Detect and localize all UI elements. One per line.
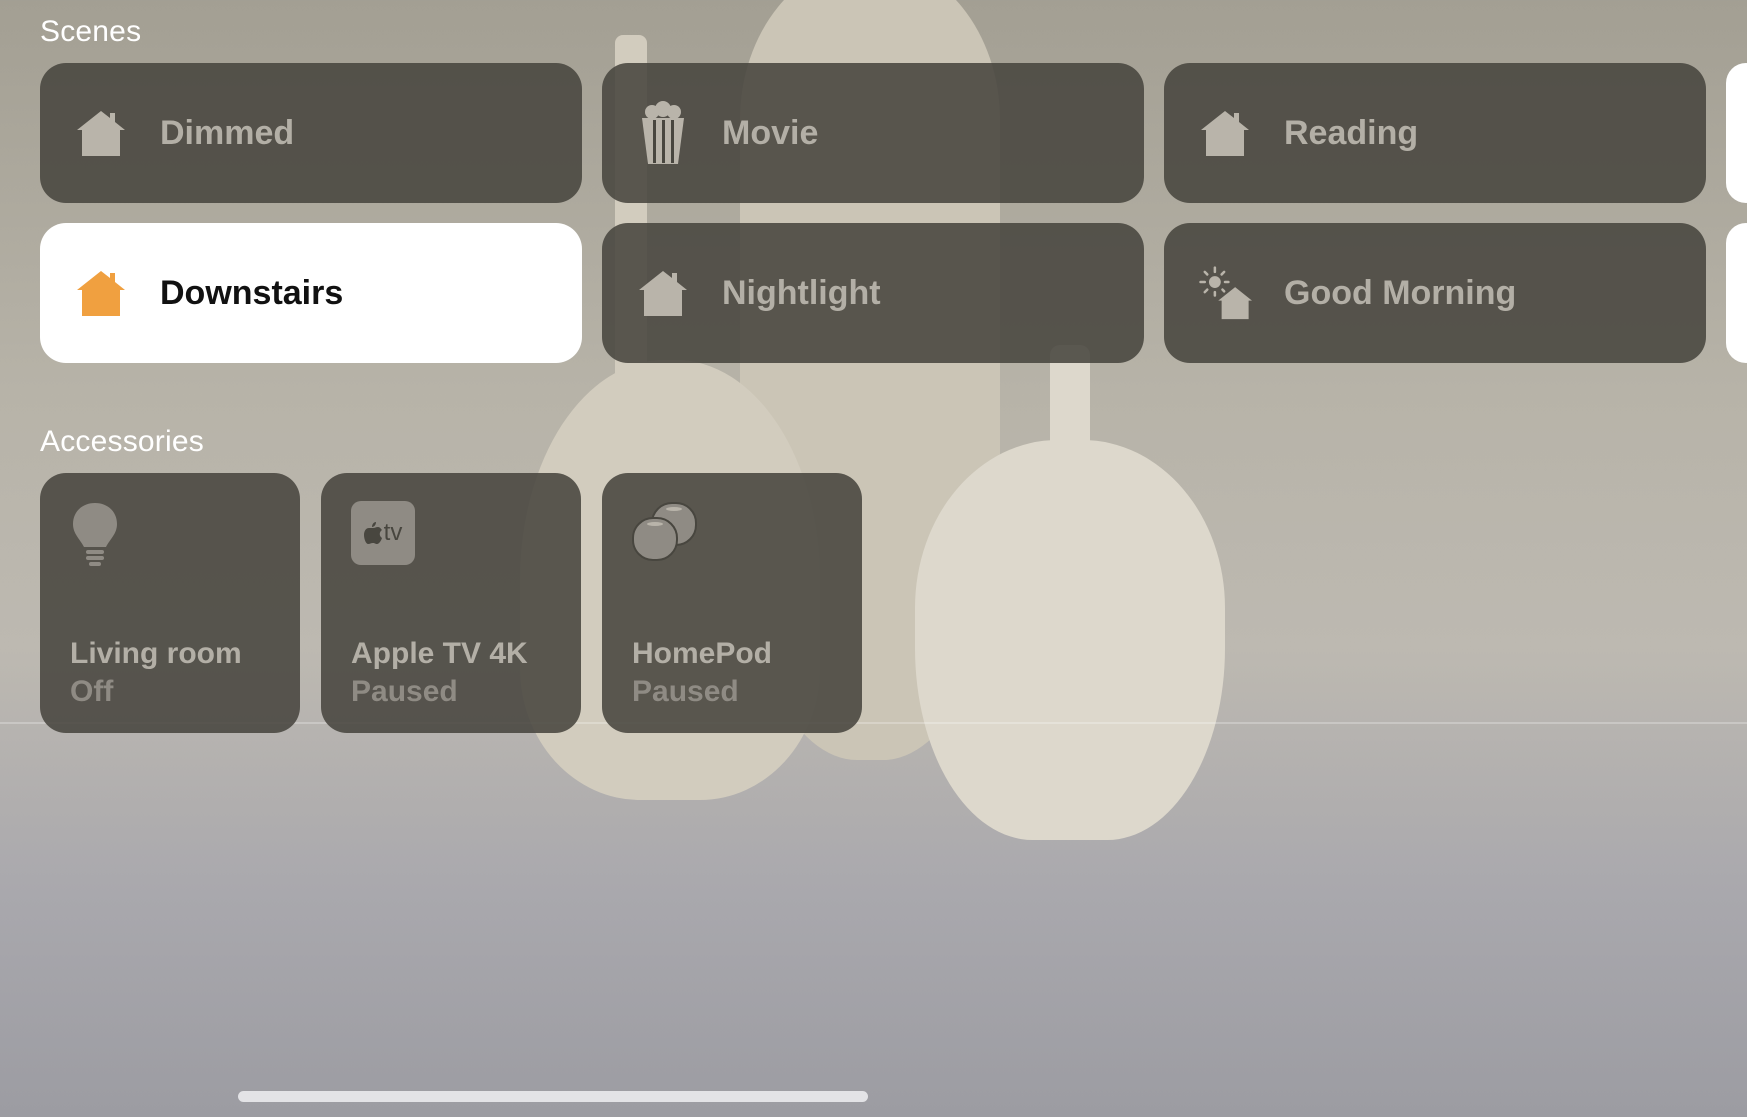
- apple-tv-text: tv: [383, 519, 403, 546]
- home-indicator-bar[interactable]: [238, 1091, 868, 1102]
- home-dashboard: Scenes Dimmed Movie Reading Downstairs N…: [0, 0, 1747, 1117]
- scene-overflow-card[interactable]: [1726, 223, 1747, 363]
- scene-dimmed[interactable]: Dimmed: [40, 63, 582, 203]
- house-icon: [636, 266, 690, 320]
- scene-movie[interactable]: Movie: [602, 63, 1144, 203]
- scene-label: Nightlight: [722, 273, 881, 312]
- scene-label: Good Morning: [1284, 273, 1517, 312]
- scene-label: Reading: [1284, 113, 1419, 152]
- scene-nightlight[interactable]: Nightlight: [602, 223, 1144, 363]
- scene-label: Dimmed: [160, 113, 295, 152]
- apple-logo-icon: [363, 522, 382, 544]
- accessory-name: Living room: [70, 637, 242, 670]
- lightbulb-icon: [70, 501, 136, 567]
- house-icon: [74, 266, 128, 320]
- accessory-name: HomePod: [632, 637, 773, 670]
- scene-good-morning[interactable]: Good Morning: [1164, 223, 1706, 363]
- sunrise-house-icon: [1198, 266, 1252, 320]
- scene-label: Movie: [722, 113, 819, 152]
- scene-reading[interactable]: Reading: [1164, 63, 1706, 203]
- scenes-heading: Scenes: [40, 15, 142, 48]
- scene-label: Downstairs: [160, 273, 344, 312]
- accessory-living-room-light[interactable]: Living room Off: [40, 473, 300, 733]
- scene-downstairs[interactable]: Downstairs: [40, 223, 582, 363]
- accessory-apple-tv[interactable]: tv Apple TV 4K Paused: [321, 473, 581, 733]
- accessory-status: Paused: [632, 675, 739, 708]
- house-icon: [1198, 106, 1252, 160]
- homepod-icon: [632, 501, 698, 567]
- scene-overflow-card[interactable]: [1726, 63, 1747, 203]
- popcorn-icon: [636, 101, 690, 164]
- house-icon: [74, 106, 128, 160]
- apple-tv-icon: tv: [351, 501, 415, 565]
- accessory-homepod[interactable]: HomePod Paused: [602, 473, 862, 733]
- accessory-status: Paused: [351, 675, 458, 708]
- accessory-name: Apple TV 4K: [351, 637, 528, 670]
- accessories-heading: Accessories: [40, 425, 204, 458]
- accessory-status: Off: [70, 675, 114, 708]
